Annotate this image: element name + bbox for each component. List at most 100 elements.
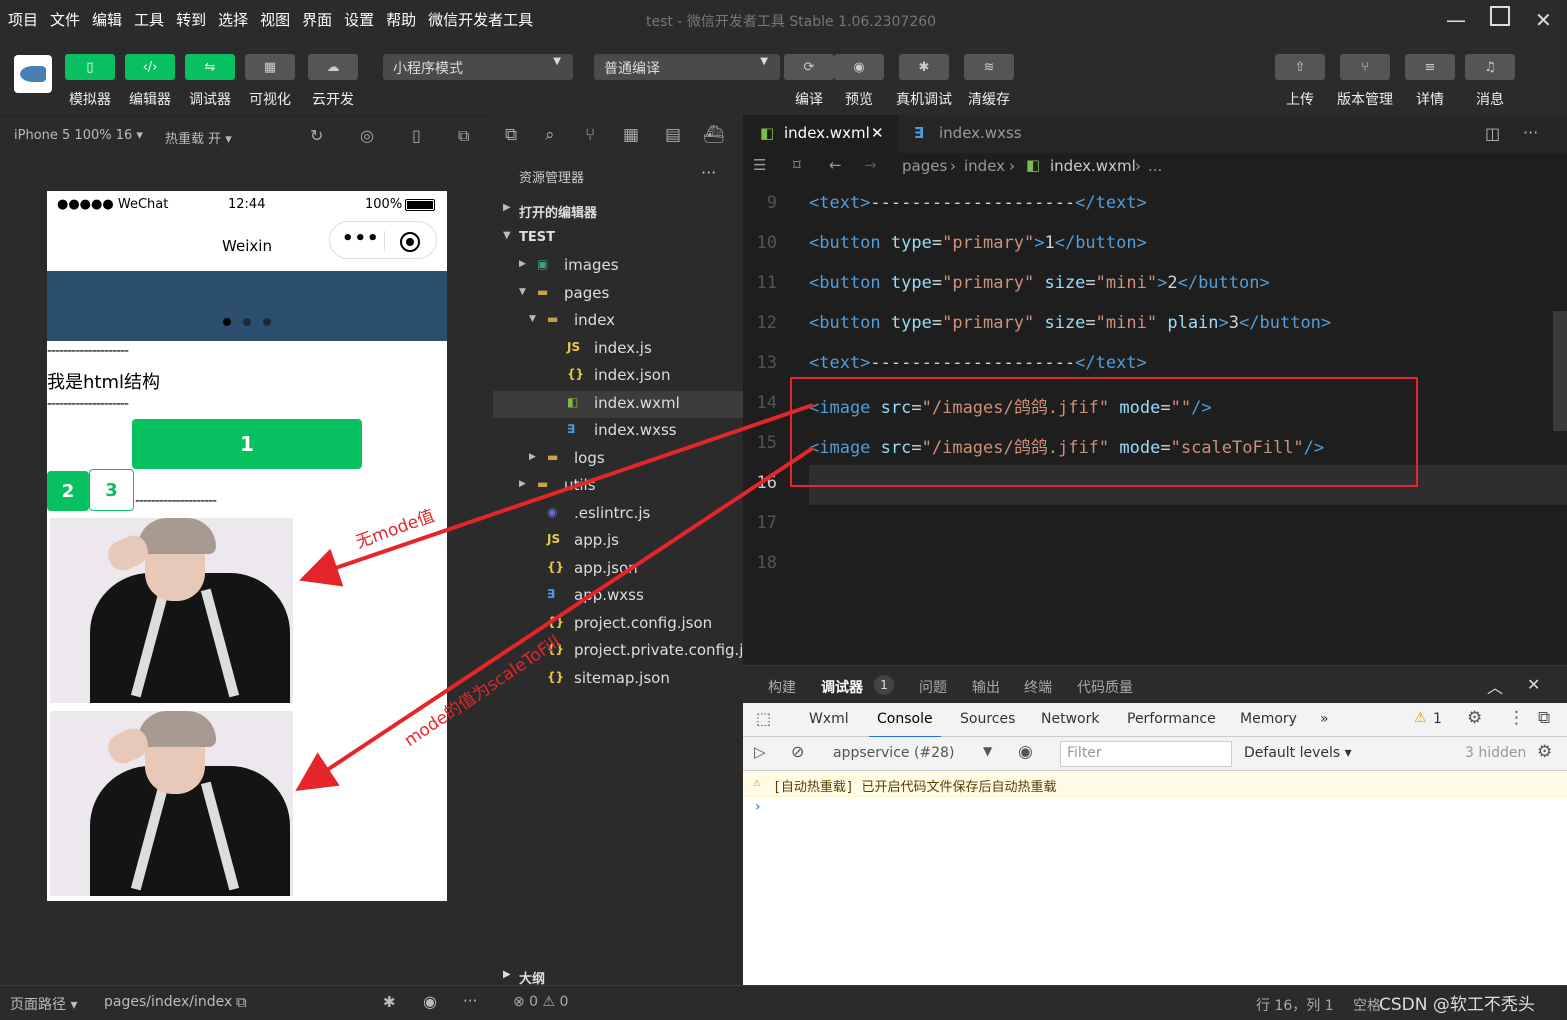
visual-icon[interactable]: ▦ [245, 54, 295, 80]
eye-icon[interactable]: ◉ [834, 54, 884, 80]
menu-item[interactable]: 编辑 [92, 9, 122, 30]
indent-setting[interactable]: 空格 [1353, 995, 1381, 1015]
refresh-icon[interactable]: ⟳ [784, 54, 834, 80]
menu-item[interactable]: 选择 [218, 9, 248, 30]
phone-icon[interactable]: ▯ [412, 126, 421, 145]
outline-section[interactable]: ▶ 大纲 [493, 965, 743, 987]
chevron-down-icon[interactable]: ▼ [983, 744, 992, 758]
tree-item[interactable]: ▶ ▬ logs [493, 446, 743, 473]
problems-count[interactable]: ⊗ 0 ⚠ 0 [513, 994, 568, 1010]
upload-icon[interactable]: ⇧ [1275, 54, 1325, 80]
tab-issues[interactable]: 问题 [919, 677, 947, 697]
context-select[interactable]: appservice (#28) [833, 745, 954, 761]
tree-item[interactable]: {} index.json [493, 363, 743, 390]
cloud-icon[interactable]: ☁ [308, 54, 358, 80]
inspect-icon[interactable]: ⬚ [756, 709, 771, 728]
eye-icon[interactable]: ◉ [1018, 742, 1033, 762]
clear-console-icon[interactable]: ⊘ [791, 742, 804, 761]
bookmark-icon[interactable]: ⌑ [793, 156, 801, 174]
more-icon[interactable]: ··· [701, 163, 716, 182]
tab-terminal[interactable]: 终端 [1024, 677, 1052, 697]
gear-icon[interactable]: ⚙ [1537, 742, 1552, 762]
breadcrumb-item[interactable]: index [964, 157, 1005, 175]
code-line[interactable]: <button type="primary" size="mini" plain… [809, 313, 1331, 333]
tab-output[interactable]: 输出 [972, 677, 1000, 697]
minimize-icon[interactable]: — [1446, 8, 1466, 32]
code-line[interactable]: <text>--------------------</text> [809, 193, 1147, 213]
breadcrumb-item[interactable]: pages [902, 157, 947, 175]
maximize-icon[interactable] [1490, 6, 1510, 26]
menu-item[interactable]: 帮助 [386, 9, 416, 30]
docker-icon[interactable]: ⛴ [703, 125, 725, 145]
swiper-dot[interactable] [243, 318, 251, 326]
tab-memory[interactable]: Memory [1240, 711, 1297, 727]
breadcrumb-item[interactable]: index.wxml [1050, 157, 1136, 175]
tree-item[interactable]: JS index.js [493, 336, 743, 363]
list-icon[interactable]: ☰ [753, 156, 766, 174]
tree-item[interactable]: JS app.js [493, 528, 743, 555]
code-line[interactable]: <text>--------------------</text> [809, 353, 1147, 373]
tab-sources[interactable]: Sources [960, 711, 1015, 727]
capsule-menu[interactable]: ••• [329, 221, 437, 259]
menu-item[interactable]: 设置 [344, 9, 374, 30]
files-icon[interactable]: ⧉ [505, 125, 517, 145]
primary-button-1[interactable]: 1 [132, 419, 362, 469]
tab-debugger[interactable]: 调试器 [821, 677, 863, 697]
more-icon[interactable]: ··· [1523, 123, 1538, 142]
hot-reload-toggle[interactable]: 热重载 开 ▾ [165, 128, 232, 147]
avatar[interactable] [14, 55, 52, 93]
split-icon[interactable]: ◫ [1485, 124, 1500, 143]
chevron-up-icon[interactable]: ︿ [1487, 674, 1503, 698]
more-icon[interactable]: ··· [463, 992, 477, 1010]
menu-item[interactable]: 微信开发者工具 [428, 9, 533, 30]
tree-item[interactable]: ▶ ▬ utils [493, 473, 743, 500]
tree-item[interactable]: ◉ .eslintrc.js [493, 501, 743, 528]
eye-icon[interactable]: ◉ [423, 992, 437, 1011]
tab-performance[interactable]: Performance [1127, 711, 1216, 727]
tab-build[interactable]: 构建 [768, 677, 796, 697]
menu-item[interactable]: 界面 [302, 9, 332, 30]
close-icon[interactable]: ✕ [1535, 8, 1552, 32]
extensions-icon[interactable]: ▦ [623, 125, 639, 145]
mode-select[interactable]: 小程序模式 ▼ [383, 54, 573, 80]
plain-button-3[interactable]: 3 [89, 469, 134, 511]
device-select[interactable]: iPhone 5 100% 16 ▾ [14, 128, 143, 143]
menu-item[interactable]: 项目 [8, 9, 38, 30]
bell-icon[interactable]: ♫ [1465, 54, 1515, 80]
close-icon[interactable]: ✕ [1527, 675, 1540, 694]
dock-icon[interactable]: ⧉ [1538, 708, 1550, 728]
close-icon[interactable]: ✕ [871, 124, 884, 142]
swiper[interactable] [47, 271, 447, 341]
tree-item[interactable]: ∃ index.wxss [493, 418, 743, 445]
simulator-icon[interactable]: ▯ [65, 54, 115, 80]
branch-icon[interactable]: ⑂ [1340, 54, 1390, 80]
page-path-select[interactable]: 页面路径 ▾ [10, 994, 77, 1014]
popout-icon[interactable]: ⧉ [458, 126, 469, 146]
tree-item[interactable]: {} project.config.json [493, 611, 743, 638]
tree-item[interactable]: {} app.json [493, 556, 743, 583]
tab-console[interactable]: Console [869, 711, 941, 738]
tree-item[interactable]: ◧ index.wxml [493, 391, 743, 418]
compile-select[interactable]: 普通编译 ▼ [594, 54, 780, 80]
bug-icon[interactable]: ✱ [899, 54, 949, 80]
tree-item[interactable]: ▼ ▬ index [493, 308, 743, 335]
code-line[interactable]: <button type="primary" size="mini">2</bu… [809, 273, 1270, 293]
menu-item[interactable]: 工具 [134, 9, 164, 30]
search-icon[interactable]: ⌕ [545, 125, 555, 145]
swiper-dot[interactable] [263, 318, 271, 326]
bug-icon[interactable]: ✱ [383, 993, 396, 1011]
warning-count[interactable]: 1 [1433, 711, 1442, 727]
tree-item[interactable]: ▼ ▬ pages [493, 281, 743, 308]
layout-icon[interactable]: ▤ [665, 125, 681, 145]
tab-index-wxss[interactable]: ∃ index.wxss [898, 115, 1048, 153]
record-icon[interactable]: ◎ [360, 126, 374, 145]
levels-select[interactable]: Default levels ▾ [1244, 745, 1352, 761]
tree-item[interactable]: ∃ app.wxss [493, 583, 743, 610]
breadcrumb-item[interactable]: ... [1148, 157, 1162, 175]
rotate-icon[interactable]: ↻ [310, 126, 323, 145]
copy-icon[interactable]: ⧉ [236, 993, 247, 1011]
more-vert-icon[interactable]: ⋮ [1508, 708, 1525, 728]
tab-network[interactable]: Network [1041, 711, 1099, 727]
swiper-dot[interactable] [223, 318, 231, 326]
debugger-icon[interactable]: ⇋ [185, 54, 235, 80]
